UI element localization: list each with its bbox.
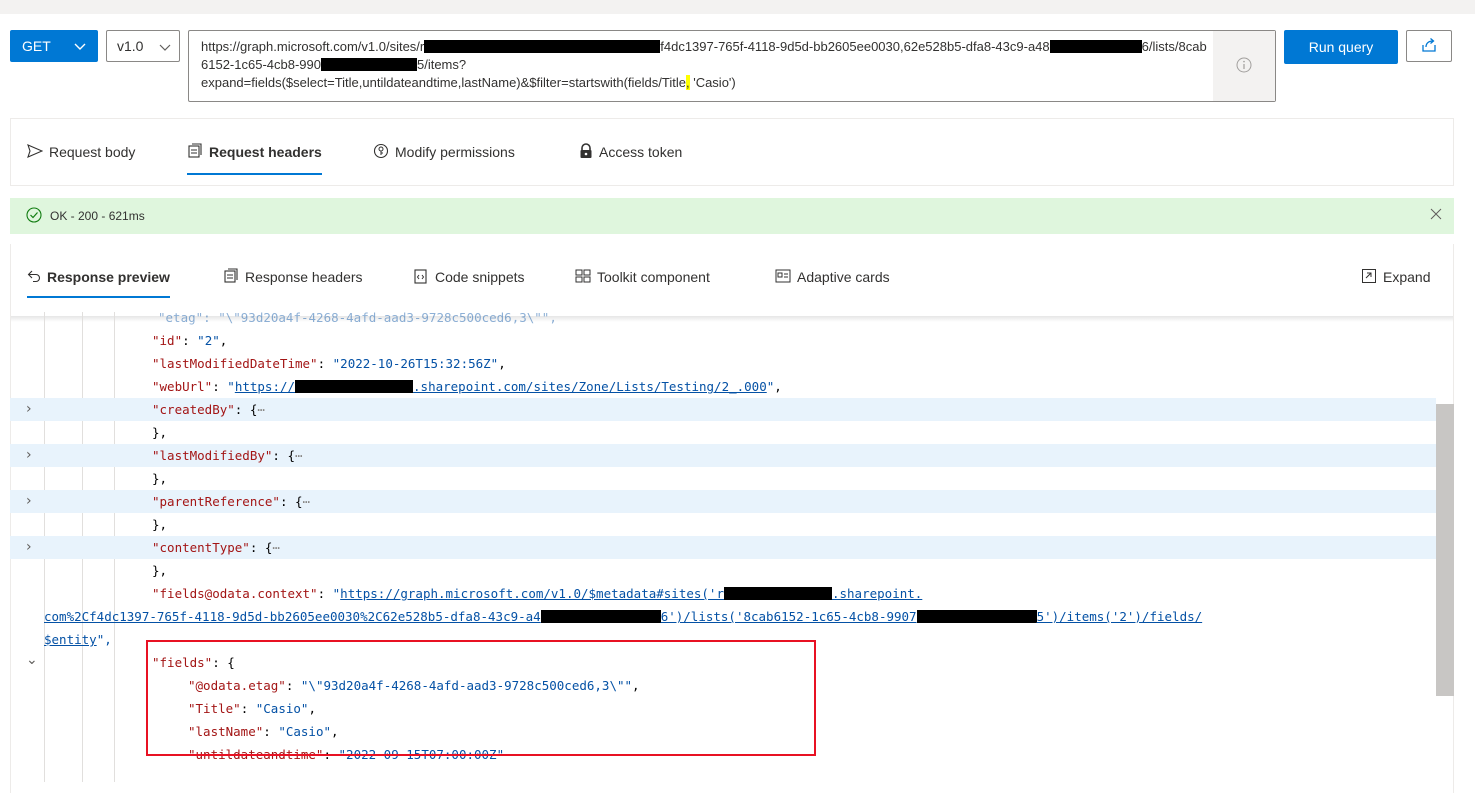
- status-message-bar: OK - 200 - 621ms: [10, 198, 1454, 234]
- code-line: "lastModifiedDateTime": "2022-10-26T15:3…: [152, 356, 506, 371]
- query-url-input[interactable]: https://graph.microsoft.com/v1.0/sites/r…: [188, 30, 1276, 102]
- status-text: OK - 200 - 621ms: [50, 209, 145, 223]
- url-part: a48: [1027, 39, 1050, 54]
- tab-response-preview[interactable]: Response preview: [27, 244, 170, 310]
- redacted-block: [540, 610, 661, 623]
- url-info-button[interactable]: [1213, 31, 1275, 101]
- tab-label: Response headers: [245, 269, 363, 285]
- http-method-label: GET: [22, 38, 51, 54]
- url-part: expand=fields($select=Title,untildateand…: [201, 75, 686, 90]
- url-part: https://graph.microsoft.com/v1.0/sites/r: [201, 39, 425, 54]
- share-query-button[interactable]: [1406, 30, 1452, 62]
- lock-icon: [579, 142, 593, 162]
- code-line: "webUrl": "https://.sharepoint.com/sites…: [152, 379, 782, 394]
- tab-request-headers[interactable]: Request headers: [187, 119, 322, 185]
- close-icon[interactable]: [1430, 208, 1442, 223]
- adaptive-card-icon: [775, 269, 791, 286]
- tab-label: Toolkit component: [597, 269, 710, 285]
- code-line: },: [152, 425, 168, 440]
- chevron-down-icon[interactable]: ⌄: [26, 649, 38, 672]
- tab-label: Adaptive cards: [797, 269, 890, 285]
- code-line: },: [152, 517, 168, 532]
- code-line: "fields@odata.context": "https://graph.m…: [152, 586, 923, 601]
- chevron-down-icon: [74, 39, 86, 55]
- tab-modify-permissions[interactable]: Modify permissions: [373, 119, 515, 185]
- code-line-collapsed[interactable]: › "contentType": {⋯: [10, 536, 1436, 559]
- undo-arrow-icon: [27, 269, 41, 286]
- success-check-icon: [26, 206, 42, 226]
- version-dropdown[interactable]: v1.0: [106, 30, 180, 62]
- chevron-down-icon: [159, 40, 171, 56]
- http-method-dropdown[interactable]: GET: [10, 30, 98, 62]
- redacted-block: [1049, 40, 1142, 53]
- code-line: com%2Cf4dc1397-765f-4118-9d5d-bb2605ee00…: [44, 609, 1203, 624]
- url-part: 'Casio'): [689, 75, 736, 90]
- send-icon: [27, 143, 44, 161]
- query-url-text[interactable]: https://graph.microsoft.com/v1.0/sites/r…: [201, 38, 1211, 92]
- url-part: f4dc1397-765f-4118-9d5d-bb2605ee0030,62e…: [660, 39, 1028, 54]
- run-query-button[interactable]: Run query: [1284, 30, 1398, 64]
- tab-label: Access token: [599, 144, 683, 160]
- redacted-block: [916, 610, 1037, 623]
- tab-label: Request headers: [209, 144, 322, 160]
- code-line: },: [152, 563, 168, 578]
- vertical-scrollbar[interactable]: [1436, 404, 1454, 696]
- redacted-block: [295, 380, 414, 393]
- tab-access-token[interactable]: Access token: [579, 119, 682, 185]
- chevron-right-icon[interactable]: ›: [26, 490, 32, 513]
- tab-label: Response preview: [47, 269, 170, 285]
- tab-request-body[interactable]: Request body: [27, 119, 135, 185]
- redacted-block: [723, 587, 832, 600]
- share-icon: [1420, 36, 1438, 57]
- tab-adaptive-cards[interactable]: Adaptive cards: [775, 244, 890, 310]
- info-icon: [1236, 57, 1252, 76]
- chevron-right-icon[interactable]: ›: [26, 444, 32, 467]
- tab-code-snippets[interactable]: Code snippets: [413, 244, 525, 310]
- tab-label: Code snippets: [435, 269, 525, 285]
- code-line: "etag": "\"93d20a4f-4268-4afd-aad3-9728c…: [158, 312, 557, 325]
- code-line: "id": "2",: [152, 333, 228, 348]
- tab-label: Request body: [49, 144, 136, 160]
- tab-response-headers[interactable]: Response headers: [223, 244, 363, 310]
- request-tabs-panel: Request body Request headers Modify perm…: [10, 118, 1454, 186]
- top-strip: [0, 0, 1475, 14]
- headers-icon: [223, 267, 239, 287]
- url-part: 5/items?: [416, 57, 467, 72]
- code-line-collapsed[interactable]: › "lastModifiedBy": {⋯: [10, 444, 1436, 467]
- headers-icon: [187, 142, 203, 162]
- code-line-collapsed[interactable]: › "createdBy": {⋯: [10, 398, 1436, 421]
- code-line-collapsed[interactable]: › "parentReference": {⋯: [10, 490, 1436, 513]
- tab-toolkit-component[interactable]: Toolkit component: [575, 244, 710, 310]
- tab-label: Modify permissions: [395, 144, 515, 160]
- fields-highlight-box: [146, 640, 816, 756]
- expand-icon: [1361, 268, 1377, 287]
- chevron-right-icon[interactable]: ›: [26, 398, 32, 421]
- redacted-block: [320, 58, 417, 71]
- chevron-right-icon[interactable]: ›: [26, 536, 32, 559]
- redacted-block: [424, 40, 661, 53]
- code-line: },: [152, 471, 168, 486]
- permissions-icon: [373, 143, 389, 162]
- expand-button[interactable]: Expand: [1361, 244, 1430, 310]
- toolkit-icon: [575, 269, 591, 286]
- version-label: v1.0: [117, 38, 144, 54]
- code-snippet-icon: [413, 268, 429, 287]
- expand-label: Expand: [1383, 269, 1431, 285]
